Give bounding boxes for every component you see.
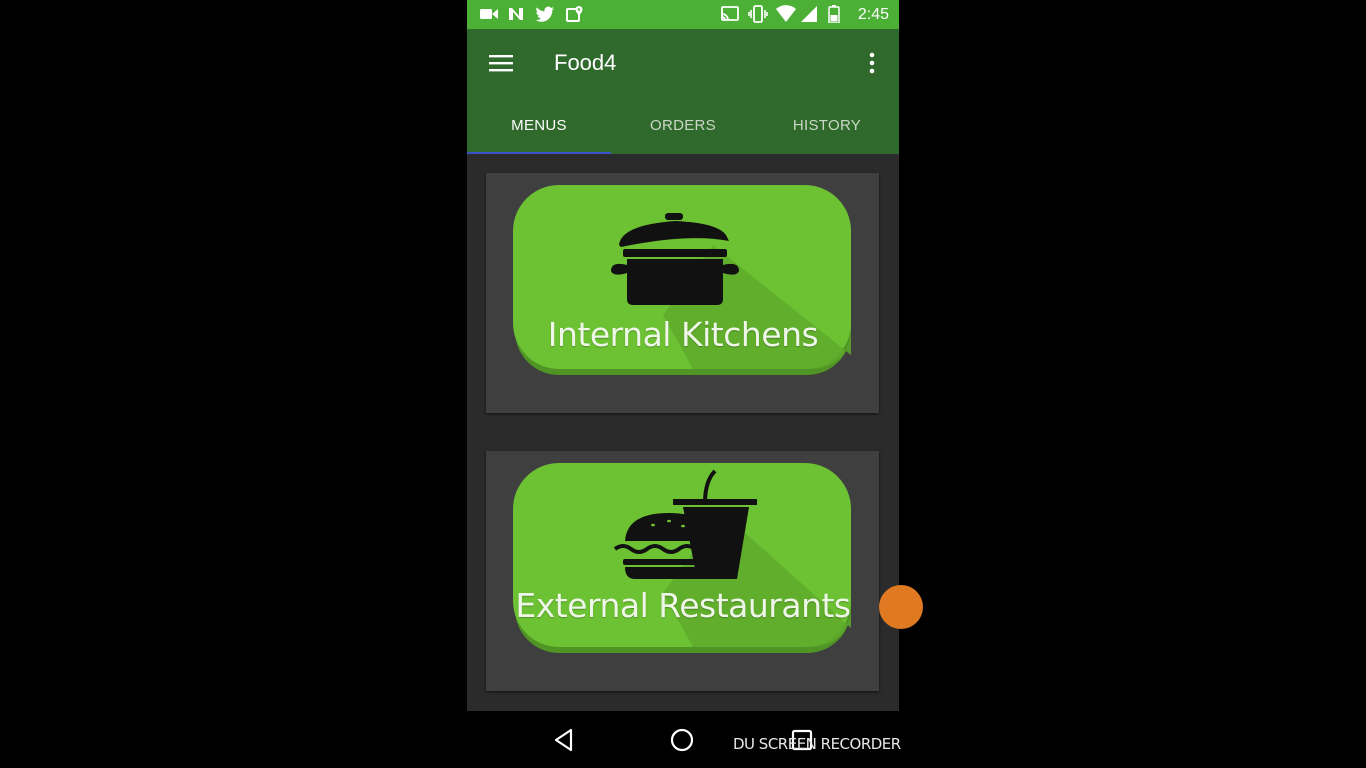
- external-restaurants-card[interactable]: External Restaurants: [486, 451, 879, 691]
- menu-button[interactable]: [481, 43, 521, 83]
- tab-menus[interactable]: MENUS: [467, 97, 611, 154]
- tab-bar: MENUS ORDERS HISTORY: [467, 97, 899, 154]
- app-title: Food4: [554, 50, 617, 75]
- home-button[interactable]: [667, 725, 697, 755]
- tab-history[interactable]: HISTORY: [755, 97, 899, 154]
- more-vert-icon: [869, 52, 875, 74]
- maps-icon: [566, 6, 583, 22]
- cast-icon: [721, 6, 739, 21]
- floating-action-button[interactable]: [879, 585, 923, 629]
- twitter-icon: [535, 6, 554, 22]
- cooking-pot-icon: [611, 213, 739, 305]
- home-circle-icon: [670, 728, 694, 752]
- internal-kitchens-card[interactable]: Internal Kitchens: [486, 173, 879, 413]
- app-toolbar: Food4: [467, 29, 899, 97]
- wifi-icon: [776, 5, 796, 22]
- external-restaurants-label: External Restaurants: [515, 586, 851, 625]
- status-bar: 2:45: [467, 0, 899, 29]
- overflow-menu-button[interactable]: [857, 43, 887, 83]
- video-camera-icon: [480, 9, 498, 19]
- tab-orders[interactable]: ORDERS: [611, 97, 755, 154]
- external-restaurants-badge: External Restaurants: [513, 463, 853, 655]
- cell-signal-icon: [801, 6, 817, 22]
- back-button[interactable]: [549, 725, 579, 755]
- battery-icon: [828, 5, 840, 23]
- status-time: 2:45: [857, 6, 889, 23]
- burger-and-drink-icon: [613, 469, 757, 579]
- menus-content: Internal Kitchens External Restaurants: [467, 154, 899, 711]
- internal-kitchens-label: Internal Kitchens: [547, 315, 819, 354]
- n-notification-icon: [509, 8, 523, 20]
- screen-recorder-watermark: DU SCREEN RECORDER: [733, 735, 901, 753]
- internal-kitchens-badge: Internal Kitchens: [513, 185, 853, 377]
- back-triangle-icon: [554, 728, 573, 752]
- hamburger-menu-icon: [489, 55, 513, 72]
- vibrate-icon: [748, 5, 768, 23]
- phone-screen: 2:45 Food4 MENUS ORDERS HISTORY Internal…: [467, 0, 923, 768]
